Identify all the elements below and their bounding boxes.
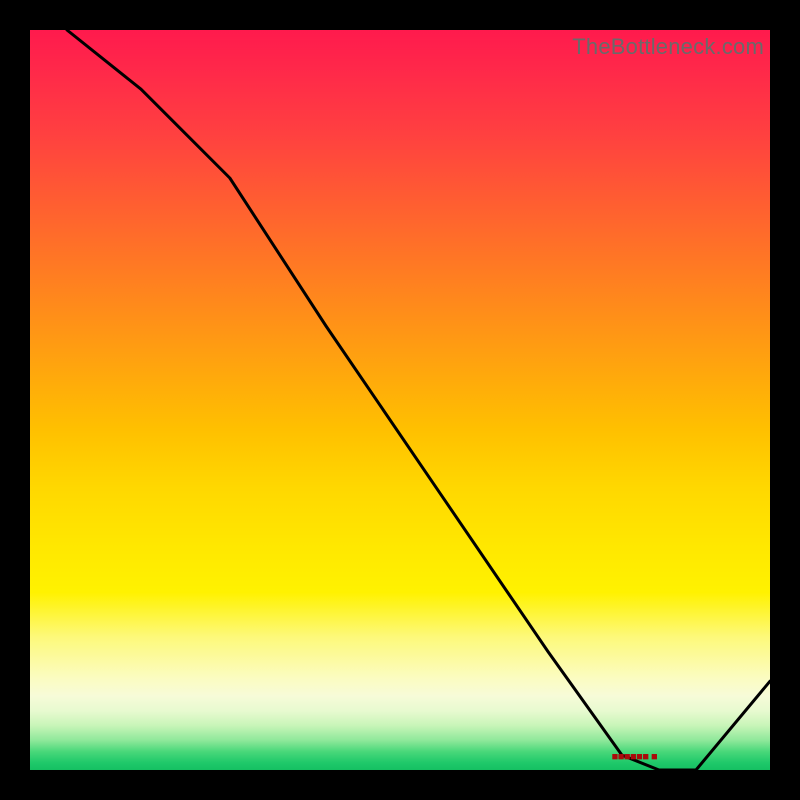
chart-frame: TheBottleneck.com ■■■■■■ ■ bbox=[30, 30, 770, 770]
watermark-text: TheBottleneck.com bbox=[572, 34, 764, 60]
bottleneck-curve bbox=[30, 30, 770, 770]
optimal-marker-label: ■■■■■■ ■ bbox=[612, 751, 658, 763]
plot-area: TheBottleneck.com ■■■■■■ ■ bbox=[30, 30, 770, 770]
